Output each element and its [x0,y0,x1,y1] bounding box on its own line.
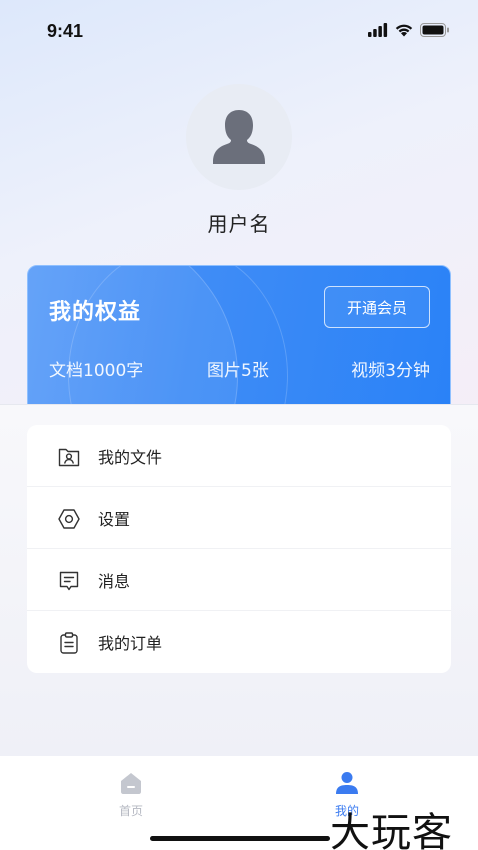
quota-document: 文档1000字 [49,361,144,381]
status-icons [368,23,450,37]
hexagon-settings-icon [58,509,80,529]
wifi-icon [395,24,413,37]
user-icon [336,772,358,794]
menu-item-my-files[interactable]: 我的文件 [27,425,451,487]
clipboard-order-icon [60,632,78,654]
open-membership-button[interactable]: 开通会员 [324,286,430,328]
home-indicator [150,836,330,841]
benefits-title: 我的权益 [49,300,142,325]
quota-video: 视频3分钟 [351,361,430,381]
menu-item-my-orders[interactable]: 我的订单 [27,611,451,673]
cellular-signal-icon [368,23,388,37]
status-time: 9:41 [47,21,84,41]
quota-image: 图片5张 [207,361,269,381]
card-decoration [68,266,288,414]
watermark: 大玩客 [330,810,453,850]
menu-list: 我的文件 设置 消息 我的订单 [27,425,451,673]
message-icon [59,571,79,591]
user-silhouette-icon [213,110,265,164]
menu-item-label: 我的订单 [98,634,163,653]
menu-item-label: 消息 [98,571,131,591]
avatar[interactable] [186,84,292,190]
menu-item-label: 我的文件 [98,447,163,467]
username: 用户名 [207,212,271,236]
status-bar: 9:41 [0,0,478,62]
file-user-icon [58,448,80,467]
menu-item-messages[interactable]: 消息 [27,549,451,611]
menu-item-label: 设置 [98,509,131,529]
battery-icon [420,23,449,37]
benefits-card: 我的权益 开通会员 文档1000字 图片5张 视频3分钟 [27,265,451,415]
menu-item-settings[interactable]: 设置 [27,487,451,549]
home-icon [121,773,141,794]
tab-label: 首页 [118,804,143,818]
tab-home[interactable]: 首页 [91,770,171,819]
